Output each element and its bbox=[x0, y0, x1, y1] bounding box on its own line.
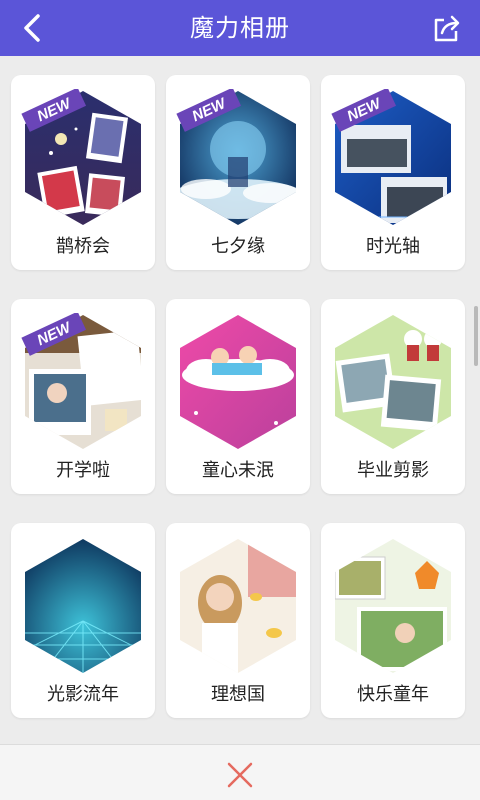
template-label: 开学啦 bbox=[56, 460, 110, 481]
template-card-guangyingliunian[interactable]: 光影流年 bbox=[11, 523, 155, 718]
share-icon bbox=[434, 15, 460, 42]
template-thumbnail: NEW bbox=[21, 89, 141, 225]
template-label: 童心未泯 bbox=[202, 460, 274, 481]
template-card-qixiyuan[interactable]: NEW 七夕缘 bbox=[166, 75, 310, 270]
template-label: 鹊桥会 bbox=[56, 236, 110, 257]
template-card-kuailetongnian[interactable]: 快乐童年 bbox=[321, 523, 465, 718]
template-label: 理想国 bbox=[211, 684, 265, 705]
page-title: 魔力相册 bbox=[190, 14, 290, 42]
template-card-kaixuela[interactable]: NEW 开学啦 bbox=[11, 299, 155, 494]
template-card-lixiangguo[interactable]: 理想国 bbox=[166, 523, 310, 718]
template-label: 快乐童年 bbox=[357, 684, 429, 705]
template-label: 毕业剪影 bbox=[357, 460, 429, 481]
template-card-queqiaohui[interactable]: NEW 鹊桥会 bbox=[11, 75, 155, 270]
template-thumbnail: NEW bbox=[176, 89, 296, 225]
bottom-bar bbox=[0, 744, 480, 800]
template-thumbnail bbox=[180, 315, 296, 449]
template-thumbnail: NEW bbox=[331, 89, 451, 225]
template-thumbnail bbox=[335, 539, 451, 673]
share-button[interactable] bbox=[428, 9, 466, 47]
scrollbar[interactable] bbox=[474, 306, 478, 366]
template-grid: NEW 鹊桥会 NEW 七夕缘 NEW 时光轴 NEW 开学啦 童心未泯 毕业剪… bbox=[0, 56, 480, 744]
app-header: 魔力相册 bbox=[0, 0, 480, 56]
close-icon bbox=[227, 762, 253, 788]
template-thumbnail bbox=[25, 539, 141, 673]
template-label: 光影流年 bbox=[47, 684, 119, 705]
template-thumbnail: NEW bbox=[21, 313, 141, 449]
template-label: 七夕缘 bbox=[211, 236, 265, 257]
template-label: 时光轴 bbox=[366, 236, 420, 257]
template-thumbnail bbox=[335, 315, 451, 449]
template-card-shiguangzhou[interactable]: NEW 时光轴 bbox=[321, 75, 465, 270]
template-card-biyejianying[interactable]: 毕业剪影 bbox=[321, 299, 465, 494]
template-thumbnail bbox=[180, 539, 296, 673]
close-button[interactable] bbox=[224, 759, 256, 791]
template-card-tongxinweimin[interactable]: 童心未泯 bbox=[166, 299, 310, 494]
